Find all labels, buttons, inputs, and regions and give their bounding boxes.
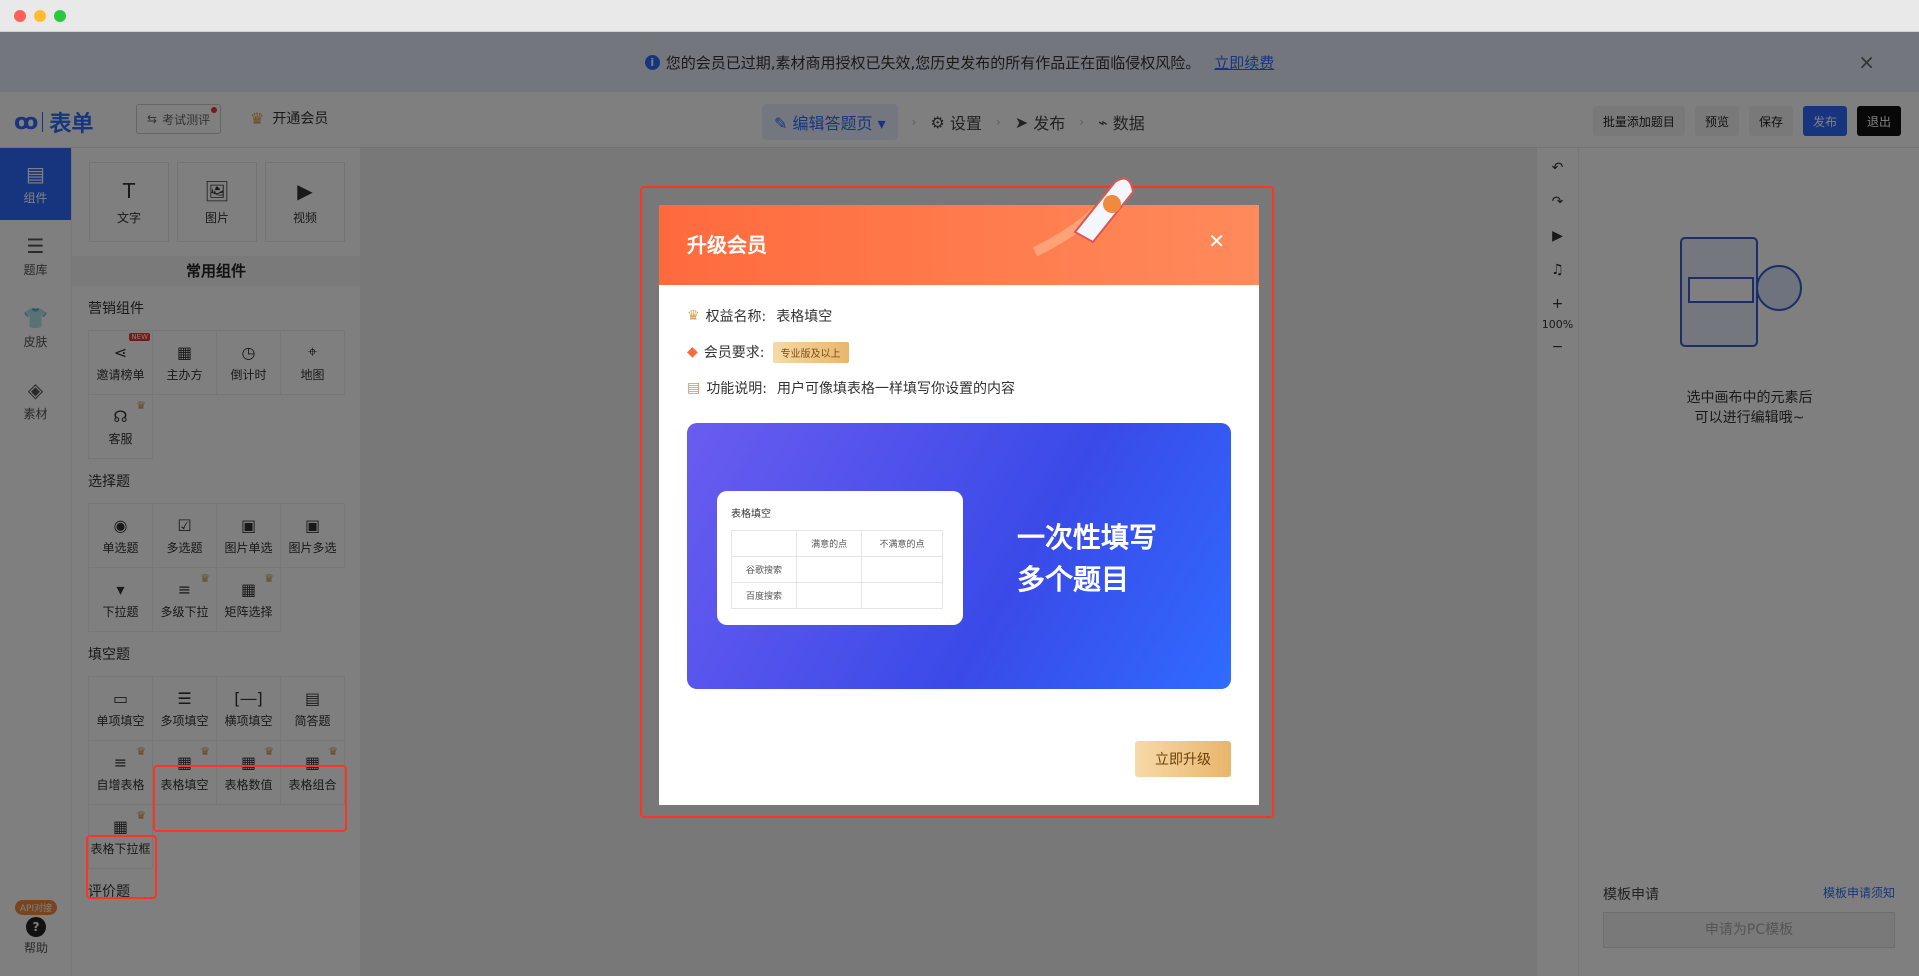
diamond-icon: ◆ (687, 344, 698, 360)
close-window-button[interactable] (14, 10, 26, 22)
maximize-window-button[interactable] (54, 10, 66, 22)
benefit-row: ♛ 权益名称: 表格填空 (687, 308, 833, 325)
crown-icon: ♛ (687, 308, 700, 324)
feature-preview: 表格填空 满意的点 不满意的点 谷歌搜索 百度搜索 一次性填写 多个题目 (687, 423, 1231, 689)
upgrade-button[interactable]: 立即升级 (1135, 741, 1231, 777)
dialog-title: 升级会员 (687, 233, 767, 257)
rocket-icon (1032, 177, 1135, 257)
close-icon[interactable]: ✕ (1208, 229, 1225, 253)
requirement-row: ◆ 会员要求: 专业版及以上 (687, 341, 1259, 363)
highlight-table-items (153, 765, 347, 832)
preview-card-title: 表格填空 (731, 509, 771, 520)
preview-table: 满意的点 不满意的点 谷歌搜索 百度搜索 (730, 530, 943, 609)
preview-card: 表格填空 满意的点 不满意的点 谷歌搜索 百度搜索 (717, 491, 963, 625)
highlight-table-dropdown (86, 835, 157, 899)
preview-headline: 一次性填写 多个题目 (1017, 521, 1158, 596)
upgrade-dialog: 升级会员 ✕ ♛ 权益名称: 表格填空 ◆ 会员要求: 专业版及以上 ▤ 功能说… (659, 205, 1259, 805)
window-titlebar (0, 0, 1919, 32)
description-row: ▤ 功能说明: 用户可像填表格一样填写你设置的内容 (687, 380, 1015, 397)
dialog-header: 升级会员 ✕ (659, 205, 1259, 285)
requirement-badge: 专业版及以上 (772, 341, 849, 363)
minimize-window-button[interactable] (34, 10, 46, 22)
doc-icon: ▤ (687, 380, 701, 396)
